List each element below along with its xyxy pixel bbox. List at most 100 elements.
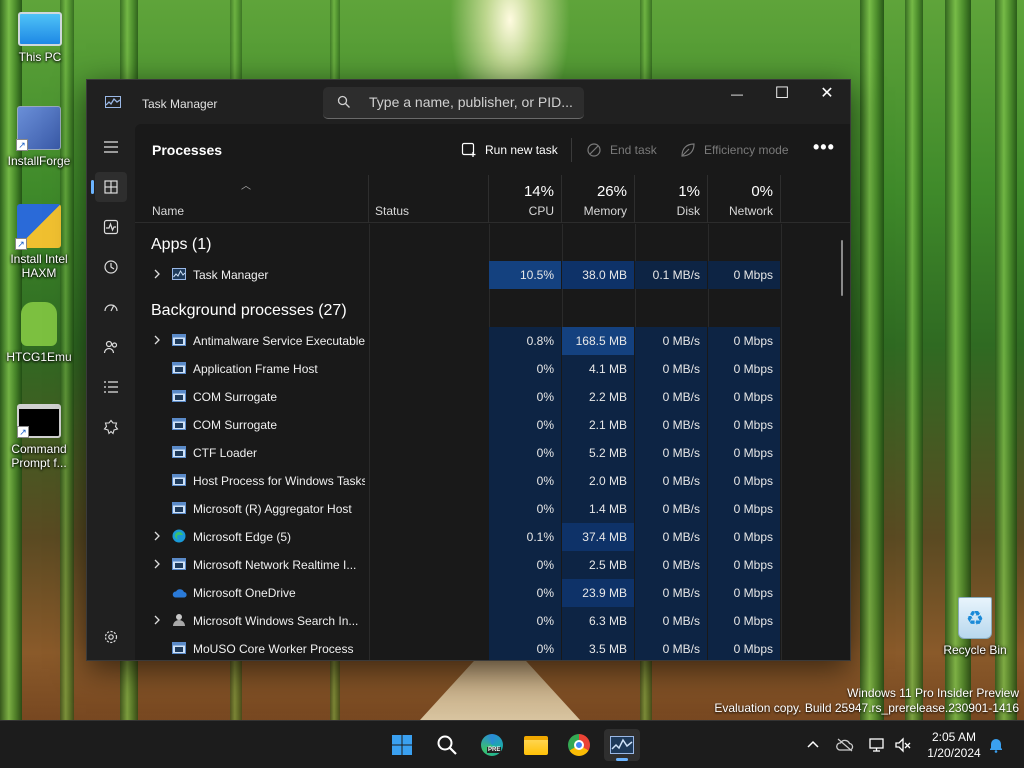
column-header-memory[interactable]: 26% Memory bbox=[562, 175, 635, 223]
desktop-icon-htcg1emu[interactable]: HTCG1Emu bbox=[1, 302, 77, 364]
task-manager-icon bbox=[610, 736, 634, 754]
search-box[interactable] bbox=[323, 87, 584, 119]
start-button[interactable] bbox=[384, 729, 420, 761]
end-task-button[interactable]: End task bbox=[586, 139, 657, 161]
memory-cell: 2.2 MB bbox=[562, 383, 634, 411]
close-button[interactable]: ✕ bbox=[804, 80, 850, 110]
run-new-task-button[interactable]: Run new task bbox=[461, 139, 558, 161]
column-header-row: ︿ Name Status 14% CPU 26% Memory 1% Disk… bbox=[135, 175, 850, 223]
chevron-right-icon[interactable] bbox=[152, 530, 162, 542]
table-row[interactable]: Microsoft (R) Aggregator Host 0% 1.4 MB 0 M… bbox=[135, 495, 780, 523]
settings-icon[interactable] bbox=[95, 622, 127, 652]
vertical-scrollbar[interactable] bbox=[841, 240, 843, 296]
desktop-icon-install-intel-haxm[interactable]: ↗ Install Intel HAXM bbox=[1, 204, 77, 280]
more-options-button[interactable]: ••• bbox=[813, 137, 835, 158]
disk-cell: 0 MB/s bbox=[635, 523, 707, 551]
table-row[interactable]: Microsoft Network Realtime I... 0% 2.5 MB 0… bbox=[135, 551, 780, 579]
volume-mute-icon bbox=[895, 737, 911, 753]
window-title: Task Manager bbox=[142, 97, 218, 111]
chevron-right-icon[interactable] bbox=[152, 614, 162, 626]
table-row[interactable]: COM Surrogate 0% 2.2 MB 0 MB/s 0 Mbps bbox=[135, 383, 780, 411]
process-list: Apps (1) Background processes (27) Task … bbox=[135, 224, 850, 660]
taskbar-search-button[interactable] bbox=[429, 729, 465, 761]
title-bar[interactable]: Task Manager — ☐ ✕ bbox=[87, 80, 850, 124]
disk-cell: 0 MB/s bbox=[635, 495, 707, 523]
services-icon[interactable] bbox=[95, 412, 127, 442]
app-history-icon[interactable] bbox=[95, 252, 127, 282]
table-row[interactable]: Task Manager 10.5% 38.0 MB 0.1 MB/s 0 Mbps bbox=[135, 261, 780, 289]
column-header-disk[interactable]: 1% Disk bbox=[635, 175, 708, 223]
process-name: Microsoft Network Realtime I... bbox=[193, 558, 357, 572]
taskbar-task-manager[interactable] bbox=[604, 729, 640, 761]
desktop-icon-this-pc[interactable]: This PC bbox=[2, 8, 78, 64]
tray-network[interactable] bbox=[868, 735, 888, 755]
hamburger-icon[interactable] bbox=[95, 132, 127, 162]
search-input[interactable] bbox=[369, 87, 574, 117]
network-icon bbox=[869, 738, 884, 752]
end-task-icon bbox=[587, 143, 601, 157]
leaf-icon bbox=[681, 143, 695, 157]
chevron-right-icon[interactable] bbox=[152, 558, 162, 570]
taskbar-edge-beta[interactable]: PRE bbox=[474, 729, 510, 761]
processes-icon[interactable] bbox=[91, 172, 127, 202]
memory-cell: 38.0 MB bbox=[562, 261, 634, 289]
processes-page: Processes Run new task End task Efficien… bbox=[135, 124, 850, 660]
desktop-icon-label: Install Intel HAXM bbox=[10, 252, 68, 280]
taskbar-file-explorer[interactable] bbox=[518, 729, 554, 761]
network-cell: 0 Mbps bbox=[708, 523, 780, 551]
efficiency-mode-button[interactable]: Efficiency mode bbox=[680, 139, 789, 161]
table-row[interactable]: Application Frame Host 0% 4.1 MB 0 MB/s 0 Mb… bbox=[135, 355, 780, 383]
column-header-cpu[interactable]: 14% CPU bbox=[489, 175, 562, 223]
chevron-right-icon[interactable] bbox=[152, 334, 162, 346]
process-name: Microsoft Windows Search In... bbox=[193, 614, 359, 628]
performance-icon[interactable] bbox=[95, 212, 127, 242]
disk-cell: 0 MB/s bbox=[635, 411, 707, 439]
clock-date: 1/20/2024 bbox=[927, 746, 981, 760]
clock[interactable]: 2:05 AM 1/20/2024 bbox=[914, 729, 994, 761]
taskbar-chrome[interactable] bbox=[561, 729, 597, 761]
column-header-network[interactable]: 0% Network bbox=[708, 175, 781, 223]
table-row[interactable]: Microsoft OneDrive 0% 23.9 MB 0 MB/s 0 Mbps bbox=[135, 579, 780, 607]
table-row[interactable]: Microsoft Edge (5) 0.1% 37.4 MB 0 MB/s 0 Mbp… bbox=[135, 523, 780, 551]
process-name: Microsoft Edge (5) bbox=[193, 530, 292, 544]
chevron-right-icon[interactable] bbox=[152, 268, 162, 280]
desktop-icon-label: HTCG1Emu bbox=[6, 350, 72, 364]
details-icon[interactable] bbox=[95, 372, 127, 402]
startup-apps-icon[interactable] bbox=[95, 292, 127, 322]
table-row[interactable]: COM Surrogate 0% 2.1 MB 0 MB/s 0 Mbps bbox=[135, 411, 780, 439]
table-row[interactable]: Host Process for Windows Tasks 0% 2.0 MB 0 … bbox=[135, 467, 780, 495]
command-prompt-icon: ↗ bbox=[17, 404, 61, 438]
notifications-button[interactable] bbox=[986, 735, 1006, 755]
cpu-cell: 0% bbox=[489, 383, 561, 411]
show-hidden-icons-button[interactable] bbox=[803, 735, 823, 755]
network-cell: 0 Mbps bbox=[708, 635, 780, 660]
desktop-icon-recycle-bin[interactable]: ♻ Recycle Bin bbox=[937, 597, 1013, 657]
haxm-installer-icon: ↗ bbox=[15, 204, 61, 250]
tray-onedrive[interactable] bbox=[835, 735, 855, 755]
network-cell: 0 Mbps bbox=[708, 261, 780, 289]
table-row[interactable]: Antimalware Service Executable 0.8% 168.5 … bbox=[135, 327, 780, 355]
taskbar: PRE 2:05 AM 1/20/2024 bbox=[0, 720, 1024, 768]
start-icon bbox=[392, 735, 412, 755]
tray-volume[interactable] bbox=[893, 735, 913, 755]
disk-cell: 0 MB/s bbox=[635, 551, 707, 579]
network-cell: 0 Mbps bbox=[708, 355, 780, 383]
desktop-icon-command-prompt[interactable]: ↗ Command Prompt f... bbox=[1, 404, 77, 470]
shortcut-arrow-icon: ↗ bbox=[17, 426, 29, 438]
watermark-line-1: Windows 11 Pro Insider Preview bbox=[847, 686, 1019, 700]
process-name: Application Frame Host bbox=[193, 362, 318, 376]
desktop-icon-installforge[interactable]: ↗ InstallForge bbox=[1, 106, 77, 168]
process-name: CTF Loader bbox=[193, 446, 258, 460]
column-header-status[interactable]: Status bbox=[369, 175, 489, 223]
table-row[interactable]: CTF Loader 0% 5.2 MB 0 MB/s 0 Mbps bbox=[135, 439, 780, 467]
maximize-button[interactable]: ☐ bbox=[759, 80, 805, 110]
android-icon bbox=[21, 302, 57, 346]
column-header-name[interactable]: ︿ Name bbox=[135, 175, 369, 223]
section-header-apps: Apps (1) bbox=[151, 236, 212, 253]
cpu-cell: 0% bbox=[489, 551, 561, 579]
bell-icon bbox=[990, 739, 1002, 753]
table-row[interactable]: MoUSO Core Worker Process 0% 3.5 MB 0 MB/s 0… bbox=[135, 635, 780, 660]
users-icon[interactable] bbox=[95, 332, 127, 362]
table-row[interactable]: Microsoft Windows Search In... 0% 6.3 MB 0 … bbox=[135, 607, 780, 635]
minimize-button[interactable]: — bbox=[714, 80, 760, 110]
